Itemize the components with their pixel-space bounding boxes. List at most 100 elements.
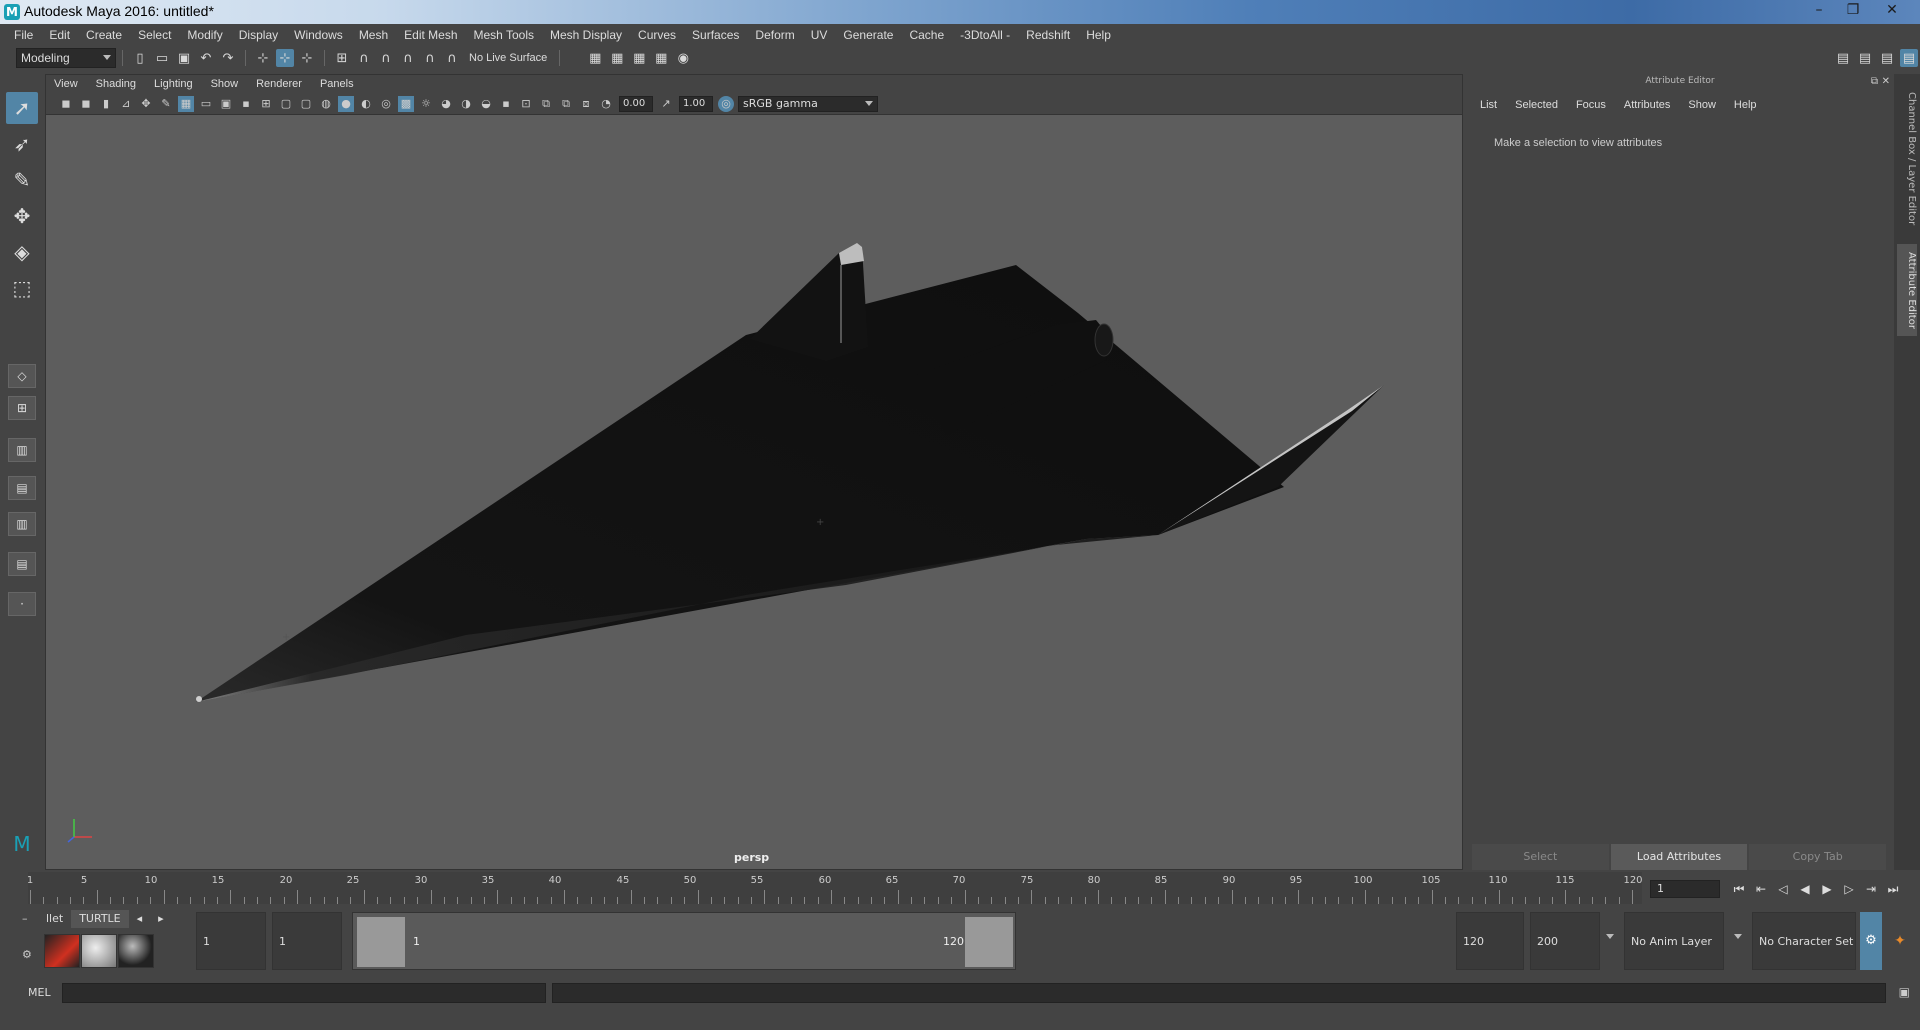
attribute-editor-toggle-icon[interactable]: ▤ [1856,49,1874,67]
use-all-lights-icon[interactable]: ▩ [398,95,414,112]
panel-menu-show[interactable]: Show [211,78,239,90]
menu-create[interactable]: Create [78,28,130,42]
shadows-icon[interactable]: ☼ [418,96,434,112]
step-forward-key-icon[interactable]: ⇥ [1860,879,1882,899]
ae-menu-show[interactable]: Show [1688,99,1716,111]
shelf-scroll-right-icon[interactable]: ▸ [150,910,172,928]
persp-graph-layout-icon[interactable]: ▤ [8,476,36,500]
menu-edit-mesh[interactable]: Edit Mesh [396,28,465,42]
close-panel-icon[interactable]: ✕ [1882,76,1890,87]
minimize-button[interactable]: – [1802,0,1836,20]
menu-display[interactable]: Display [231,28,286,42]
turtle-material-icon[interactable] [118,934,154,968]
image-plane-icon[interactable]: ⊿ [118,96,134,112]
rotate-tool-icon[interactable]: ◈ [6,236,38,268]
ipr-render-icon[interactable]: ▦ [630,49,648,67]
select-by-object-icon[interactable]: ⊹ [276,49,294,67]
playback-end-field[interactable]: 120 [1456,912,1524,970]
script-language-label[interactable]: MEL [28,986,51,999]
grease-pencil-icon[interactable]: ✎ [158,96,174,112]
time-slider[interactable]: 1 5 10 15 20 25 30 35 40 45 50 55 60 65 … [0,872,1920,904]
anim-layer-select[interactable]: No Anim Layer [1624,912,1724,970]
gamma-icon[interactable]: ↗ [658,96,674,112]
playback-range-slider[interactable]: 1 120 [352,912,1016,970]
animation-preferences-icon[interactable]: ✦ [1888,912,1912,970]
safe-title-icon[interactable]: ▢ [298,96,314,112]
panel-menu-panels[interactable]: Panels [320,78,354,90]
exposure-icon[interactable]: ◔ [598,96,614,112]
viewport-panel[interactable]: View Shading Lighting Show Renderer Pane… [45,74,1463,870]
ambient-occlusion-icon[interactable]: ◕ [438,96,454,112]
command-input[interactable] [62,983,546,1003]
depth-of-field-icon[interactable]: ▪ [498,96,514,112]
range-start-handle[interactable] [357,917,405,967]
motion-blur-icon[interactable]: ◑ [458,96,474,112]
ae-menu-help[interactable]: Help [1734,99,1757,111]
load-attributes-button[interactable]: Load Attributes [1610,844,1748,870]
menu-deform[interactable]: Deform [747,28,802,42]
render-current-frame-icon[interactable]: ▦ [586,49,604,67]
move-tool-icon[interactable]: ✥ [6,200,38,232]
end-time-field[interactable]: 200 [1530,912,1600,970]
character-set-select[interactable]: No Character Set [1752,912,1856,970]
shelf-tab-llet[interactable]: llet [38,910,71,928]
ae-menu-list[interactable]: List [1480,99,1497,111]
range-end-handle[interactable] [965,917,1013,967]
bookmark-icon[interactable]: ▮ [98,96,114,112]
exposure-field[interactable]: 0.00 [619,95,653,112]
snap-curve-icon[interactable]: ∩ [355,49,373,67]
gamma-field[interactable]: 1.00 [679,95,713,112]
camera-select-icon[interactable]: ◼ [58,96,74,112]
turtle-render-icon[interactable] [44,934,80,968]
save-scene-icon[interactable]: ▣ [175,49,193,67]
turtle-bake-icon[interactable] [81,934,117,968]
scale-tool-icon[interactable]: ⬚ [6,272,38,304]
auto-key-icon[interactable]: ⚙ [1860,912,1882,970]
paint-select-tool-icon[interactable]: ✎ [6,164,38,196]
modeling-toolkit-icon[interactable]: ▤ [1834,49,1852,67]
textured-icon[interactable]: ◎ [378,96,394,112]
scene-view[interactable]: + + [46,115,1462,869]
panel-menu-renderer[interactable]: Renderer [256,78,302,90]
new-scene-icon[interactable]: ▯ [131,49,149,67]
lasso-tool-icon[interactable]: ➶ [6,128,38,160]
redo-icon[interactable]: ↷ [219,49,237,67]
select-button[interactable]: Select [1472,844,1609,870]
xray-active-icon[interactable]: ⧉ [558,96,574,112]
menu-3dtoall[interactable]: -3DtoAll - [952,28,1018,42]
start-time-field[interactable]: 1 [196,912,266,970]
panel-options-icon[interactable]: · [8,592,36,616]
attribute-editor-tab[interactable]: Attribute Editor [1897,244,1917,336]
float-panel-icon[interactable]: ⧉ [1871,76,1878,87]
render-view-icon[interactable]: ▦ [608,49,626,67]
tool-settings-icon[interactable]: ▤ [1878,49,1896,67]
play-forwards-icon[interactable]: ▶ [1816,879,1838,899]
safe-action-icon[interactable]: ▢ [278,96,294,112]
ae-menu-selected[interactable]: Selected [1515,99,1558,111]
snap-surface-icon[interactable]: ∩ [421,49,439,67]
menu-curves[interactable]: Curves [630,28,684,42]
ae-menu-attributes[interactable]: Attributes [1624,99,1670,111]
wireframe-icon[interactable]: ◍ [318,96,334,112]
shelf-scroll-left-icon[interactable]: ◂ [129,910,151,928]
menu-modify[interactable]: Modify [179,28,230,42]
hypershade-icon[interactable]: ◉ [674,49,692,67]
select-by-component-icon[interactable]: ⊹ [298,49,316,67]
ae-menu-focus[interactable]: Focus [1576,99,1606,111]
script-editor-icon[interactable]: ▣ [1899,985,1910,999]
panel-menu-view[interactable]: View [54,78,78,90]
select-by-hierarchy-icon[interactable]: ⊹ [254,49,272,67]
time-ruler[interactable]: 1 5 10 15 20 25 30 35 40 45 50 55 60 65 … [27,872,1643,904]
current-frame-field[interactable]: 1 [1650,880,1720,898]
wireframe-on-shaded-icon[interactable]: ◐ [358,96,374,112]
gate-mask-icon[interactable]: ▪ [238,96,254,112]
close-button[interactable]: ✕ [1870,0,1914,20]
play-backwards-icon[interactable]: ◀ [1794,879,1816,899]
two-d-pan-icon[interactable]: ✥ [138,96,154,112]
persp-outliner-layout-icon[interactable]: ▥ [8,438,36,462]
undo-icon[interactable]: ↶ [197,49,215,67]
field-chart-icon[interactable]: ⊞ [258,96,274,112]
resolution-gate-icon[interactable]: ▣ [218,96,234,112]
panel-menu-shading[interactable]: Shading [96,78,136,90]
isolate-select-icon[interactable]: ⊡ [518,96,534,112]
